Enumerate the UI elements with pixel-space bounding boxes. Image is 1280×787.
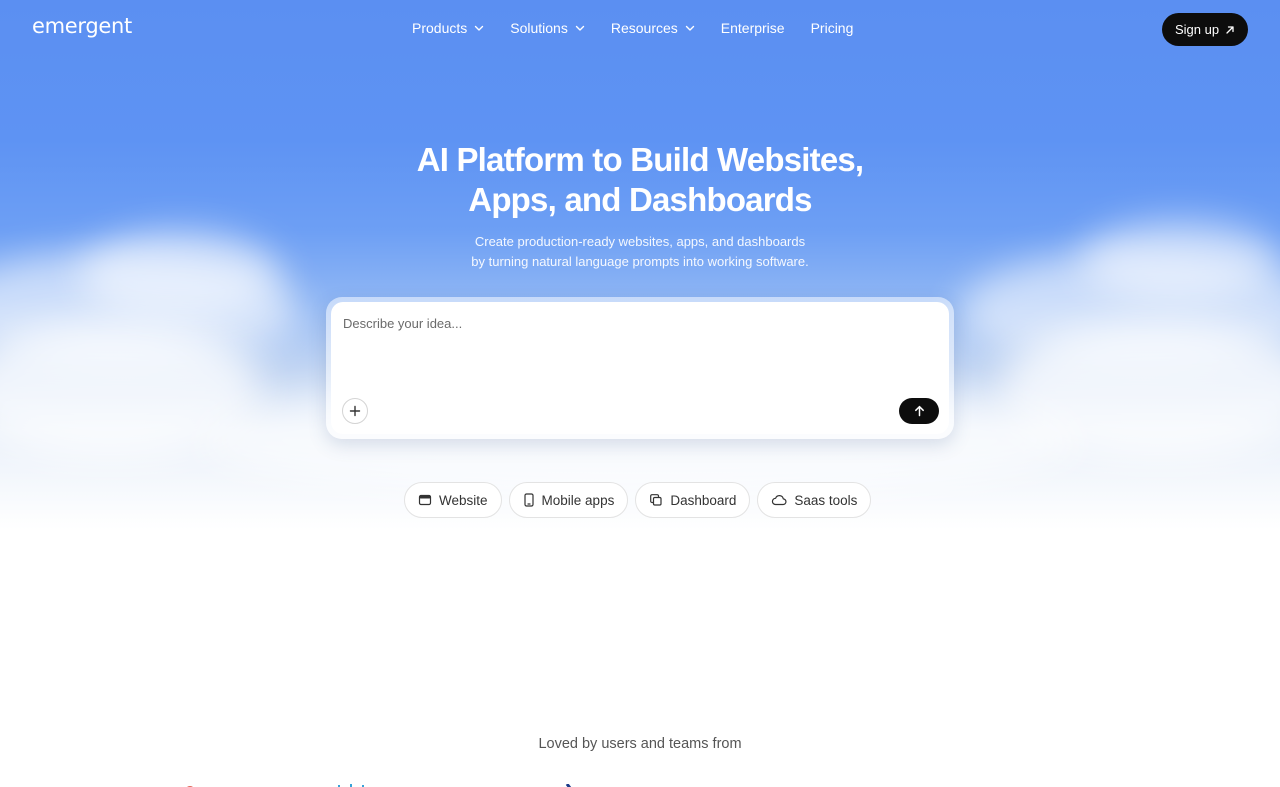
sign-up-button[interactable]: Sign up <box>1162 13 1248 46</box>
nav-products[interactable]: Products <box>412 20 484 36</box>
chip-mobile-apps[interactable]: Mobile apps <box>508 482 629 518</box>
browser-window-icon <box>418 494 432 506</box>
chip-website-label: Website <box>439 492 488 508</box>
cloud-icon <box>772 495 787 506</box>
hero-headline-line1: AI Platform to Build Websites, <box>416 141 864 178</box>
hero-headline-line2: Apps, and Dashboards <box>468 181 812 218</box>
copy-pages-icon <box>650 494 662 506</box>
plus-icon <box>349 405 361 417</box>
chevron-down-icon <box>575 25 585 31</box>
nav-resources-label: Resources <box>610 20 678 36</box>
chevron-down-icon <box>685 25 694 31</box>
customer-logo-1 <box>40 779 110 787</box>
nav-enterprise-label: Enterprise <box>720 20 785 36</box>
social-proof-label: Loved by users and teams from <box>538 736 742 752</box>
site-header: emergent Products Solutions Resources En… <box>0 0 1280 58</box>
nav-pricing[interactable]: Pricing <box>811 20 854 36</box>
chip-dashboard-label: Dashboard <box>670 492 737 508</box>
idea-input[interactable] <box>343 316 933 386</box>
mobile-phone-icon <box>523 493 534 507</box>
nav-pricing-label: Pricing <box>810 20 854 36</box>
customer-logo-2 <box>180 779 200 787</box>
hero-headline: AI Platform to Build Websites, Apps, and… <box>0 140 1280 220</box>
attach-button[interactable] <box>342 398 368 424</box>
nav-solutions[interactable]: Solutions <box>510 20 585 36</box>
chevron-down-icon <box>475 25 484 31</box>
sign-up-label: Sign up <box>1174 22 1220 37</box>
hero-subtext-line2: by turning natural language prompts into… <box>471 254 809 269</box>
nav-products-label: Products <box>412 20 468 36</box>
chip-saas-tools-label: Saas tools <box>794 492 858 508</box>
main-nav: Products Solutions Resources Enterprise … <box>412 20 879 36</box>
arrow-up-icon <box>914 405 924 417</box>
hero-subtext: Create production-ready websites, apps, … <box>0 232 1280 272</box>
chip-saas-tools[interactable]: Saas tools <box>757 482 872 518</box>
send-button[interactable] <box>899 398 939 424</box>
category-chips: Website Mobile apps Dashboard Saas tools <box>404 482 872 518</box>
nav-resources[interactable]: Resources <box>611 20 695 36</box>
prompt-box <box>331 302 949 434</box>
chip-dashboard[interactable]: Dashboard <box>635 482 751 518</box>
customer-logo-5 <box>1055 779 1195 787</box>
arrow-up-right-icon <box>1226 25 1234 34</box>
nav-solutions-label: Solutions <box>510 20 568 36</box>
chip-mobile-apps-label: Mobile apps <box>541 492 615 508</box>
customer-logo-4 <box>565 779 581 787</box>
customer-logo-3 <box>330 779 376 787</box>
nav-enterprise[interactable]: Enterprise <box>721 20 785 36</box>
prompt-container <box>326 297 954 439</box>
chip-website[interactable]: Website <box>404 482 502 518</box>
hero-sky-background <box>0 0 1280 560</box>
hero-subtext-line1: Create production-ready websites, apps, … <box>474 234 806 249</box>
emergent-logo[interactable]: emergent <box>32 14 132 38</box>
